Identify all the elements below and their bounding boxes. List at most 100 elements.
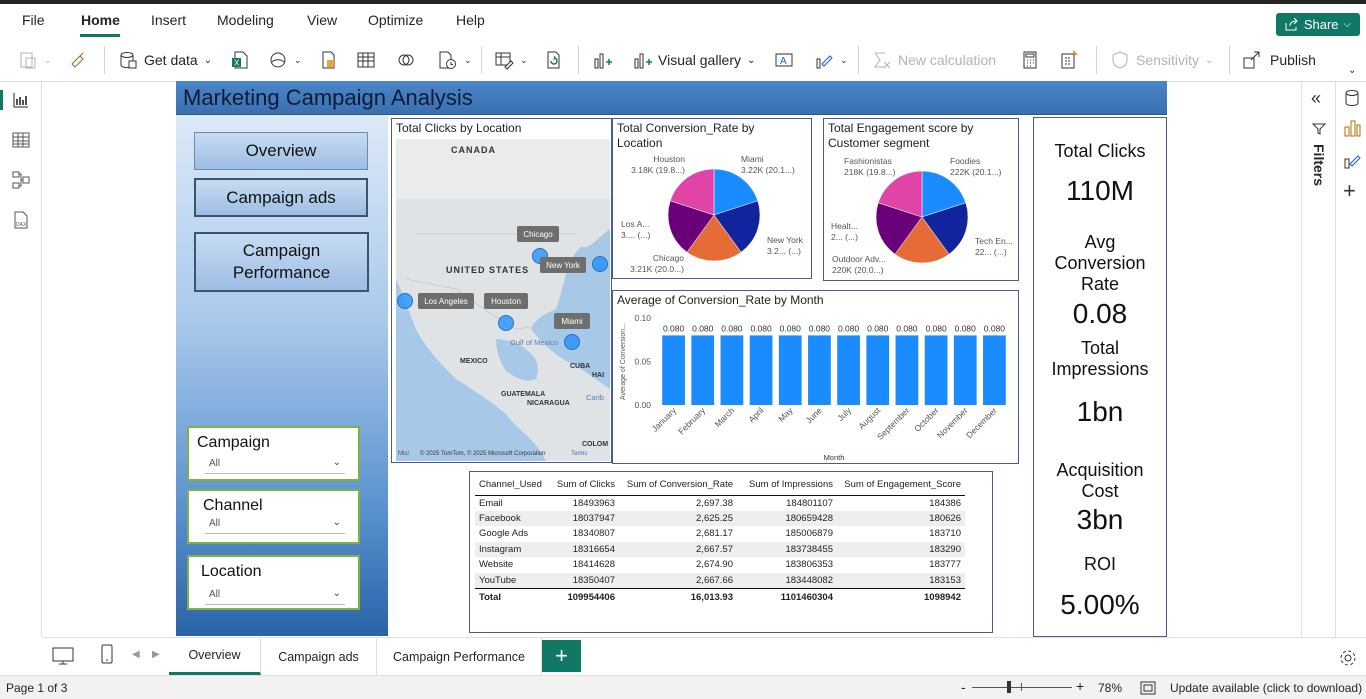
dataverse-button[interactable] [396,48,416,72]
bar[interactable] [808,335,831,405]
column-header[interactable]: Sum of Conversion_Rate [619,475,737,496]
tab-campaign-ads[interactable]: Campaign ads [261,638,377,675]
text-box-button[interactable]: A [774,48,794,72]
table-row[interactable]: Facebook 18037947 2,625.25 180659428 180626 [475,510,965,526]
zoom-out-button[interactable]: - [961,679,966,695]
map-city-los-angeles[interactable]: Los Angeles [418,293,474,309]
zoom-slider-thumb[interactable] [1007,681,1011,693]
tab-overview[interactable]: Overview [169,638,261,675]
sensitivity-button[interactable]: Sensitivity ⌄ [1110,48,1213,72]
channel-dropdown[interactable]: All ⌄ [205,514,345,534]
map-terms-link[interactable]: Terms [571,451,587,457]
bar[interactable] [749,335,773,405]
visual-gallery-button[interactable]: Visual gallery ⌄ [632,48,755,72]
visualizations-pane-icon[interactable] [1342,118,1362,138]
report-view-icon[interactable] [11,90,31,110]
excel-button[interactable]: X [230,48,250,72]
scroll-tabs-right-icon[interactable]: ▶ [152,649,160,660]
bar-chart-month[interactable]: Average of Conversion_Rate by Month 0.10… [612,290,1019,464]
add-pane-icon[interactable]: + [1343,178,1356,204]
zoom-level[interactable]: 78% [1098,681,1122,695]
map-city-new-york[interactable]: New York [540,257,586,273]
location-dropdown[interactable]: All ⌄ [205,585,345,605]
settings-gear-icon[interactable] [1338,648,1358,668]
nav-button-campaign-performance[interactable]: Campaign Performance [194,232,369,292]
table-row[interactable]: Instagram 18316654 2,667.57 183738455 183290 [475,541,965,557]
get-data-button[interactable]: Get data ⌄ [118,48,212,72]
mobile-layout-icon[interactable] [100,644,114,664]
desktop-layout-icon[interactable] [52,646,74,666]
dax-query-view-icon[interactable]: DAX [11,210,31,230]
bar[interactable] [895,335,919,405]
menu-home[interactable]: Home [81,12,120,28]
collapse-filters-icon[interactable]: « [1311,88,1321,109]
new-calculation-button[interactable]: New calculation [872,48,996,72]
more-visuals-button[interactable]: ⌄ [814,48,848,72]
fit-to-page-icon[interactable] [1140,681,1156,695]
menu-optimize[interactable]: Optimize [368,12,423,28]
menu-insert[interactable]: Insert [151,12,186,28]
campaign-dropdown[interactable]: All ⌄ [205,454,345,474]
map-city-chicago[interactable]: Chicago [517,226,559,242]
share-button[interactable]: Share ⌵ [1276,13,1360,36]
column-header[interactable]: Channel_Used [475,475,549,496]
bar[interactable] [662,335,685,405]
menu-modeling[interactable]: Modeling [217,12,274,28]
ribbon-collapse-button[interactable]: ⌄ [1348,58,1356,82]
bar[interactable] [953,335,977,405]
onelake-button[interactable]: ⌄ [268,48,302,72]
map-bubble[interactable] [592,256,608,272]
nav-button-campaign-ads[interactable]: Campaign ads [194,178,368,217]
paste-button[interactable]: ⌄ [18,48,52,72]
column-header[interactable]: Sum of Clicks [549,475,619,496]
bar[interactable] [837,335,860,405]
zoom-in-button[interactable]: + [1076,678,1084,694]
table-row[interactable]: Email 18493963 2,697.38 184801107 184386 [475,495,965,511]
map-canvas[interactable]: CANADA UNITED STATES MEXICO Gulf of Mexi… [396,139,610,461]
map-city-miami[interactable]: Miami [554,313,590,329]
data-pane-icon[interactable] [1342,88,1362,108]
tab-campaign-performance[interactable]: Campaign Performance [377,638,542,675]
recent-sources-button[interactable]: ⌄ [436,48,472,72]
transform-data-button[interactable]: ⌄ [494,48,528,72]
menu-help[interactable]: Help [456,12,485,28]
column-header[interactable]: Sum of Impressions [737,475,837,496]
map-visual[interactable]: Total Clicks by Location CANADA UNITED S… [391,118,612,463]
format-painter-button[interactable] [68,48,88,72]
enter-data-button[interactable] [356,48,376,72]
column-header[interactable]: Sum of Engagement_Score [837,475,965,496]
add-page-button[interactable]: + [542,640,581,672]
zoom-slider-track[interactable] [972,687,1072,688]
update-available-link[interactable]: Update available (click to download) [1170,681,1362,695]
quick-measure-button[interactable] [1020,48,1040,72]
sql-button[interactable] [318,48,338,72]
publish-button[interactable]: Publish [1242,48,1316,72]
channel-table[interactable]: Channel_Used Sum of Clicks Sum of Conver… [469,471,993,633]
bar[interactable] [983,335,1006,405]
refresh-button[interactable] [544,48,564,72]
table-row[interactable]: YouTube 18350407 2,667.66 183448082 183153 [475,572,965,588]
nav-button-overview[interactable]: Overview [194,132,368,170]
map-bubble[interactable] [397,293,413,309]
map-bubble[interactable] [564,334,580,350]
map-city-houston[interactable]: Houston [484,293,528,309]
menu-file[interactable]: File [22,12,45,28]
model-view-icon[interactable] [11,170,31,190]
table-view-icon[interactable] [11,130,31,150]
menu-view[interactable]: View [307,12,337,28]
bar[interactable] [866,335,890,405]
pie-chart-segment[interactable]: Total Engagement score by Customer segme… [823,118,1019,281]
bar[interactable] [924,335,948,405]
scroll-tabs-left-icon[interactable]: ◀ [132,649,140,660]
format-pane-icon[interactable] [1342,150,1362,170]
bar[interactable] [691,335,715,405]
filters-label[interactable]: Filters [1311,144,1327,186]
bar[interactable] [720,335,744,405]
pie-chart-location[interactable]: Total Conversion_Rate by Location Housto… [612,118,812,279]
new-visual-button[interactable] [592,48,612,72]
map-bubble[interactable] [498,315,514,331]
new-measure-button[interactable] [1058,48,1080,72]
table-row[interactable]: Google Ads 18340807 2,681.17 185006879 18371… [475,526,965,542]
table-row[interactable]: Website 18414628 2,674.90 183806353 183777 [475,557,965,573]
bar[interactable] [778,335,802,405]
